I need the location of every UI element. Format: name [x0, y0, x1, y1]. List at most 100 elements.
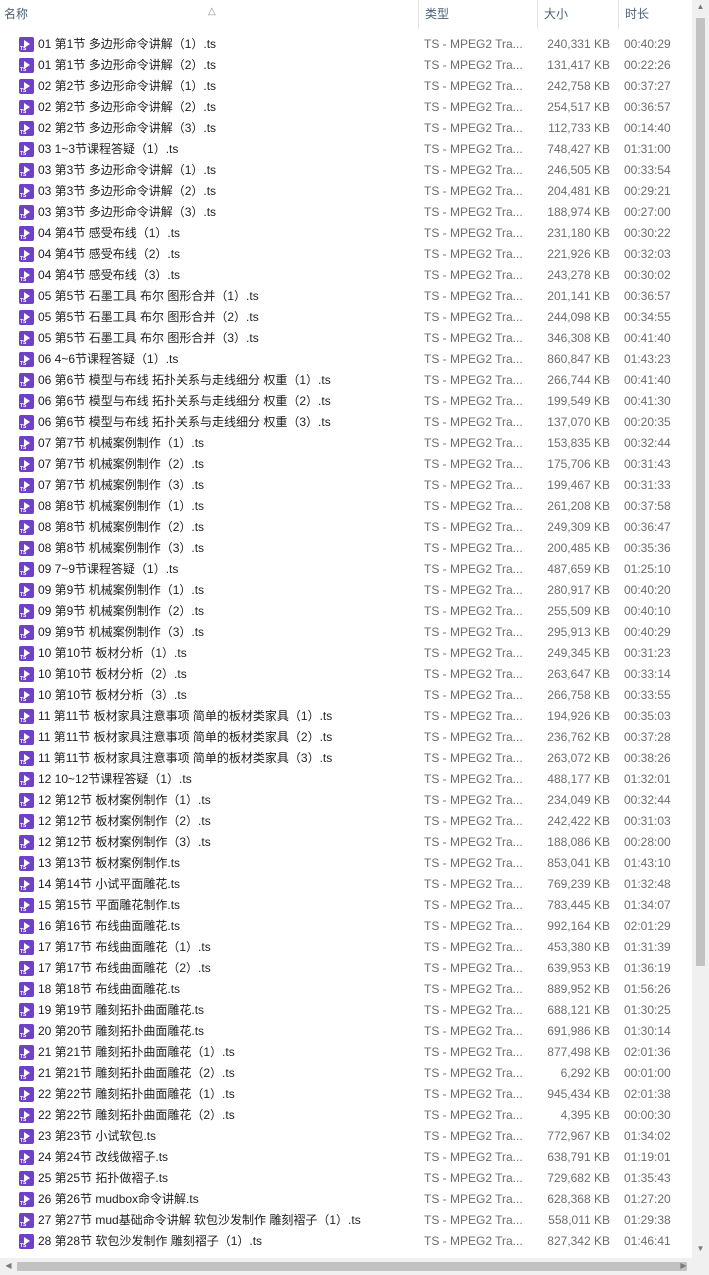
file-name[interactable]: 23 第23节 小试软包.ts — [38, 1126, 413, 1147]
file-name[interactable]: 08 第8节 机械案例制作（2）.ts — [38, 517, 413, 538]
file-row[interactable]: 02 第2节 多边形命令讲解（2）.ts TS - MPEG2 Tra... 254… — [0, 97, 693, 118]
file-name[interactable]: 12 第12节 板材案例制作（1）.ts — [38, 790, 413, 811]
file-row[interactable]: 11 第11节 板材家具注意事项 简单的板材类家具（2）.ts TS - MPEG… — [0, 727, 693, 748]
file-row[interactable]: 03 第3节 多边形命令讲解（3）.ts TS - MPEG2 Tra... 188… — [0, 202, 693, 223]
file-row[interactable]: 20 第20节 雕刻拓扑曲面雕花.ts TS - MPEG2 Tra... 691,… — [0, 1021, 693, 1042]
file-row[interactable]: 26 第26节 mudbox命令讲解.ts TS - MPEG2 Tra... 62… — [0, 1189, 693, 1210]
scroll-up-arrow-icon[interactable]: ▲ — [692, 2, 709, 11]
file-row[interactable]: 08 第8节 机械案例制作（2）.ts TS - MPEG2 Tra... 249,… — [0, 517, 693, 538]
file-row[interactable]: 12 第12节 板材案例制作（2）.ts TS - MPEG2 Tra... 242… — [0, 811, 693, 832]
file-name[interactable]: 17 第17节 布线曲面雕花（1）.ts — [38, 937, 413, 958]
column-header-name[interactable]: 名称 △ — [0, 0, 418, 29]
scroll-left-arrow-icon[interactable]: ◀ — [0, 1261, 17, 1270]
scroll-down-arrow-icon[interactable]: ▼ — [692, 1244, 709, 1253]
file-name[interactable]: 03 1~3节课程答疑（1）.ts — [38, 139, 413, 160]
file-name[interactable]: 24 第24节 改线做褶子.ts — [38, 1147, 413, 1168]
file-row[interactable]: 12 第12节 板材案例制作（3）.ts TS - MPEG2 Tra... 188… — [0, 832, 693, 853]
vertical-scrollbar[interactable]: ▲ ▼ — [692, 0, 709, 1258]
file-name[interactable]: 21 第21节 雕刻拓扑曲面雕花（2）.ts — [38, 1063, 413, 1084]
file-name[interactable]: 09 7~9节课程答疑（1）.ts — [38, 559, 413, 580]
file-name[interactable]: 26 第26节 mudbox命令讲解.ts — [38, 1189, 413, 1210]
file-row[interactable]: 09 第9节 机械案例制作（1）.ts TS - MPEG2 Tra... 280,… — [0, 580, 693, 601]
file-name[interactable]: 03 第3节 多边形命令讲解（1）.ts — [38, 160, 413, 181]
file-row[interactable]: 04 第4节 感受布线（1）.ts TS - MPEG2 Tra... 231,18… — [0, 223, 693, 244]
file-row[interactable]: 19 第19节 雕刻拓扑曲面雕花.ts TS - MPEG2 Tra... 688,… — [0, 1000, 693, 1021]
file-name[interactable]: 11 第11节 板材家具注意事项 简单的板材类家具（1）.ts — [38, 706, 413, 727]
file-row[interactable]: 17 第17节 布线曲面雕花（1）.ts TS - MPEG2 Tra... 453… — [0, 937, 693, 958]
file-row[interactable]: 12 第12节 板材案例制作（1）.ts TS - MPEG2 Tra... 234… — [0, 790, 693, 811]
file-row[interactable]: 27 第27节 mud基础命令讲解 软包沙发制作 雕刻褶子（1）.ts TS - … — [0, 1210, 693, 1231]
file-row[interactable]: 28 第28节 软包沙发制作 雕刻褶子（1）.ts TS - MPEG2 Tra.… — [0, 1231, 693, 1252]
file-name[interactable]: 06 第6节 模型与布线 拓扑关系与走线细分 权重（1）.ts — [38, 370, 413, 391]
file-name[interactable]: 25 第25节 拓扑做褶子.ts — [38, 1168, 413, 1189]
file-row[interactable]: 06 第6节 模型与布线 拓扑关系与走线细分 权重（2）.ts TS - MPEG… — [0, 391, 693, 412]
file-name[interactable]: 03 第3节 多边形命令讲解（2）.ts — [38, 181, 413, 202]
file-row[interactable]: 17 第17节 布线曲面雕花（2）.ts TS - MPEG2 Tra... 639… — [0, 958, 693, 979]
file-row[interactable]: 01 第1节 多边形命令讲解（1）.ts TS - MPEG2 Tra... 240… — [0, 34, 693, 55]
file-row[interactable]: 03 1~3节课程答疑（1）.ts TS - MPEG2 Tra... 748,42… — [0, 139, 693, 160]
file-name[interactable]: 04 第4节 感受布线（2）.ts — [38, 244, 413, 265]
file-name[interactable]: 02 第2节 多边形命令讲解（1）.ts — [38, 76, 413, 97]
file-row[interactable]: 24 第24节 改线做褶子.ts TS - MPEG2 Tra... 638,791… — [0, 1147, 693, 1168]
file-row[interactable]: 12 10~12节课程答疑（1）.ts TS - MPEG2 Tra... 488,… — [0, 769, 693, 790]
file-name[interactable]: 07 第7节 机械案例制作（3）.ts — [38, 475, 413, 496]
file-row[interactable]: 14 第14节 小试平面雕花.ts TS - MPEG2 Tra... 769,23… — [0, 874, 693, 895]
file-row[interactable]: 03 第3节 多边形命令讲解（2）.ts TS - MPEG2 Tra... 204… — [0, 181, 693, 202]
file-row[interactable]: 23 第23节 小试软包.ts TS - MPEG2 Tra... 772,967 … — [0, 1126, 693, 1147]
column-header-duration[interactable]: 时长 — [619, 0, 693, 29]
file-name[interactable]: 06 第6节 模型与布线 拓扑关系与走线细分 权重（3）.ts — [38, 412, 413, 433]
horizontal-scrollbar[interactable]: ◀ ▶ — [0, 1258, 709, 1275]
file-name[interactable]: 01 第1节 多边形命令讲解（2）.ts — [38, 55, 413, 76]
file-row[interactable]: 07 第7节 机械案例制作（3）.ts TS - MPEG2 Tra... 199,… — [0, 475, 693, 496]
file-row[interactable]: 03 第3节 多边形命令讲解（1）.ts TS - MPEG2 Tra... 246… — [0, 160, 693, 181]
file-name[interactable]: 02 第2节 多边形命令讲解（2）.ts — [38, 97, 413, 118]
file-name[interactable]: 21 第21节 雕刻拓扑曲面雕花（1）.ts — [38, 1042, 413, 1063]
file-name[interactable]: 14 第14节 小试平面雕花.ts — [38, 874, 413, 895]
file-name[interactable]: 28 第28节 软包沙发制作 雕刻褶子（1）.ts — [38, 1231, 413, 1252]
file-name[interactable]: 06 第6节 模型与布线 拓扑关系与走线细分 权重（2）.ts — [38, 391, 413, 412]
file-row[interactable]: 06 4~6节课程答疑（1）.ts TS - MPEG2 Tra... 860,84… — [0, 349, 693, 370]
file-row[interactable]: 08 第8节 机械案例制作（3）.ts TS - MPEG2 Tra... 200,… — [0, 538, 693, 559]
file-name[interactable]: 01 第1节 多边形命令讲解（1）.ts — [38, 34, 413, 55]
file-row[interactable]: 08 第8节 机械案例制作（1）.ts TS - MPEG2 Tra... 261,… — [0, 496, 693, 517]
file-name[interactable]: 07 第7节 机械案例制作（2）.ts — [38, 454, 413, 475]
file-name[interactable]: 04 第4节 感受布线（3）.ts — [38, 265, 413, 286]
file-row[interactable]: 25 第25节 拓扑做褶子.ts TS - MPEG2 Tra... 729,682… — [0, 1168, 693, 1189]
file-row[interactable]: 09 第9节 机械案例制作（2）.ts TS - MPEG2 Tra... 255,… — [0, 601, 693, 622]
file-row[interactable]: 06 第6节 模型与布线 拓扑关系与走线细分 权重（3）.ts TS - MPEG… — [0, 412, 693, 433]
file-name[interactable]: 07 第7节 机械案例制作（1）.ts — [38, 433, 413, 454]
column-header-size[interactable]: 大小 — [538, 0, 618, 29]
file-name[interactable]: 27 第27节 mud基础命令讲解 软包沙发制作 雕刻褶子（1）.ts — [38, 1210, 413, 1231]
file-name[interactable]: 05 第5节 石墨工具 布尔 图形合并（1）.ts — [38, 286, 413, 307]
file-row[interactable]: 21 第21节 雕刻拓扑曲面雕花（1）.ts TS - MPEG2 Tra... 8… — [0, 1042, 693, 1063]
file-row[interactable]: 13 第13节 板材案例制作.ts TS - MPEG2 Tra... 853,04… — [0, 853, 693, 874]
file-name[interactable]: 11 第11节 板材家具注意事项 简单的板材类家具（3）.ts — [38, 748, 413, 769]
file-row[interactable]: 05 第5节 石墨工具 布尔 图形合并（1）.ts TS - MPEG2 Tra.… — [0, 286, 693, 307]
file-name[interactable]: 15 第15节 平面雕花制作.ts — [38, 895, 413, 916]
file-name[interactable]: 12 10~12节课程答疑（1）.ts — [38, 769, 413, 790]
file-name[interactable]: 20 第20节 雕刻拓扑曲面雕花.ts — [38, 1021, 413, 1042]
file-row[interactable]: 01 第1节 多边形命令讲解（2）.ts TS - MPEG2 Tra... 131… — [0, 55, 693, 76]
file-row[interactable]: 04 第4节 感受布线（3）.ts TS - MPEG2 Tra... 243,27… — [0, 265, 693, 286]
file-name[interactable]: 12 第12节 板材案例制作（3）.ts — [38, 832, 413, 853]
file-name[interactable]: 13 第13节 板材案例制作.ts — [38, 853, 413, 874]
file-row[interactable]: 11 第11节 板材家具注意事项 简单的板材类家具（3）.ts TS - MPEG… — [0, 748, 693, 769]
column-header-type[interactable]: 类型 — [419, 0, 537, 29]
file-row[interactable]: 10 第10节 板材分析（3）.ts TS - MPEG2 Tra... 266,7… — [0, 685, 693, 706]
vertical-scrollbar-thumb[interactable] — [696, 18, 705, 966]
file-name[interactable]: 05 第5节 石墨工具 布尔 图形合并（2）.ts — [38, 307, 413, 328]
file-name[interactable]: 10 第10节 板材分析（2）.ts — [38, 664, 413, 685]
file-row[interactable]: 10 第10节 板材分析（2）.ts TS - MPEG2 Tra... 263,6… — [0, 664, 693, 685]
file-row[interactable]: 22 第22节 雕刻拓扑曲面雕花（2）.ts TS - MPEG2 Tra... 4… — [0, 1105, 693, 1126]
file-row[interactable]: 16 第16节 布线曲面雕花.ts TS - MPEG2 Tra... 992,16… — [0, 916, 693, 937]
file-row[interactable]: 02 第2节 多边形命令讲解（3）.ts TS - MPEG2 Tra... 112… — [0, 118, 693, 139]
file-row[interactable]: 15 第15节 平面雕花制作.ts TS - MPEG2 Tra... 783,44… — [0, 895, 693, 916]
file-row[interactable]: 09 7~9节课程答疑（1）.ts TS - MPEG2 Tra... 487,65… — [0, 559, 693, 580]
file-name[interactable]: 22 第22节 雕刻拓扑曲面雕花（2）.ts — [38, 1105, 413, 1126]
file-row[interactable]: 04 第4节 感受布线（2）.ts TS - MPEG2 Tra... 221,92… — [0, 244, 693, 265]
file-name[interactable]: 06 4~6节课程答疑（1）.ts — [38, 349, 413, 370]
horizontal-scrollbar-thumb[interactable] — [17, 1262, 687, 1271]
file-row[interactable]: 09 第9节 机械案例制作（3）.ts TS - MPEG2 Tra... 295,… — [0, 622, 693, 643]
file-name[interactable]: 22 第22节 雕刻拓扑曲面雕花（1）.ts — [38, 1084, 413, 1105]
file-name[interactable]: 09 第9节 机械案例制作（3）.ts — [38, 622, 413, 643]
